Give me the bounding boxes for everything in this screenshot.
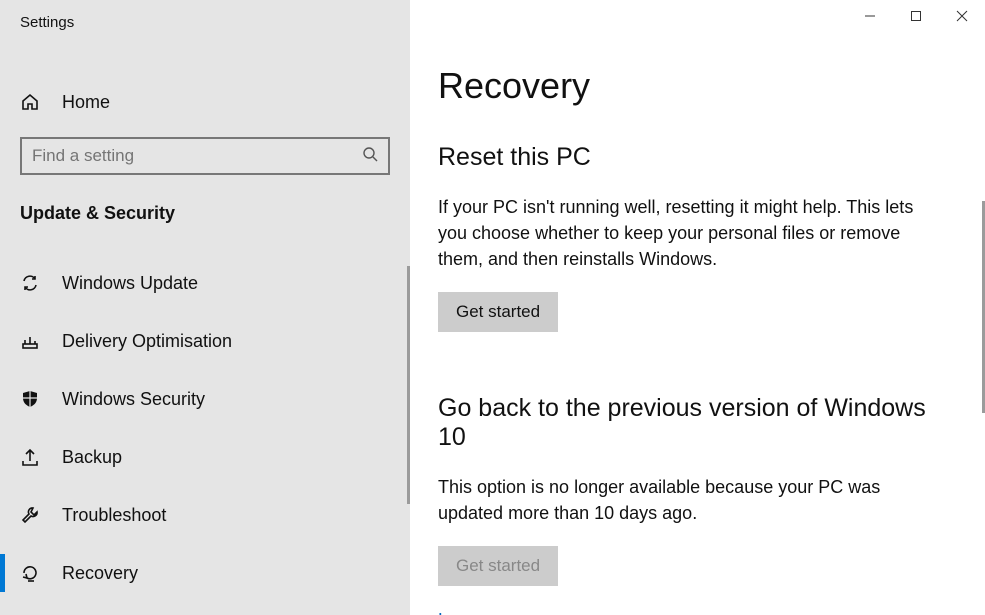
goback-get-started-button: Get started [438,546,558,586]
close-button[interactable] [939,0,985,32]
sidebar-item-troubleshoot[interactable]: Troubleshoot [0,486,410,544]
sidebar-item-label: Delivery Optimisation [62,331,232,352]
wrench-icon [20,505,40,525]
sidebar-item-backup[interactable]: Backup [0,428,410,486]
sidebar-item-label: Windows Update [62,273,198,294]
home-icon [20,92,40,112]
sidebar-item-windows-update[interactable]: Windows Update [0,254,410,312]
sidebar-item-label: Troubleshoot [62,505,166,526]
home-label: Home [62,92,110,113]
home-nav-item[interactable]: Home [0,81,410,123]
section-reset-pc: Reset this PC If your PC isn't running w… [438,143,945,332]
content-inner: Recovery Reset this PC If your PC isn't … [410,65,985,615]
delivery-icon [20,331,40,351]
section-body-reset: If your PC isn't running well, resetting… [438,194,943,272]
shield-icon [20,389,40,409]
maximize-button[interactable] [893,0,939,32]
section-go-back: Go back to the previous version of Windo… [438,394,945,615]
sidebar-item-recovery[interactable]: Recovery [0,544,410,602]
sidebar-item-label: Backup [62,447,122,468]
sidebar: Settings Home Update & Security Windows [0,0,410,615]
search-box[interactable] [20,137,390,175]
search-icon [362,146,378,167]
minimize-button[interactable] [847,0,893,32]
sidebar-item-label: Windows Security [62,389,205,410]
sidebar-nav-list: Windows Update Delivery Optimisation Win… [0,254,410,602]
reset-get-started-button[interactable]: Get started [438,292,558,332]
sync-icon [20,273,40,293]
sidebar-item-label: Recovery [62,563,138,584]
sidebar-item-delivery-optimisation[interactable]: Delivery Optimisation [0,312,410,370]
section-title-goback: Go back to the previous version of Windo… [438,394,945,452]
recovery-icon [20,563,40,583]
window-controls [847,0,985,32]
section-title-reset: Reset this PC [438,143,945,172]
learn-more-link[interactable]: Learn more [438,610,530,615]
content-area: Recovery Reset this PC If your PC isn't … [410,0,985,615]
section-body-goback: This option is no longer available becau… [438,474,943,526]
search-input[interactable] [32,146,362,166]
sidebar-section-header: Update & Security [0,203,410,224]
backup-icon [20,447,40,467]
page-title: Recovery [438,65,945,107]
sidebar-item-windows-security[interactable]: Windows Security [0,370,410,428]
window-title: Settings [0,0,410,31]
